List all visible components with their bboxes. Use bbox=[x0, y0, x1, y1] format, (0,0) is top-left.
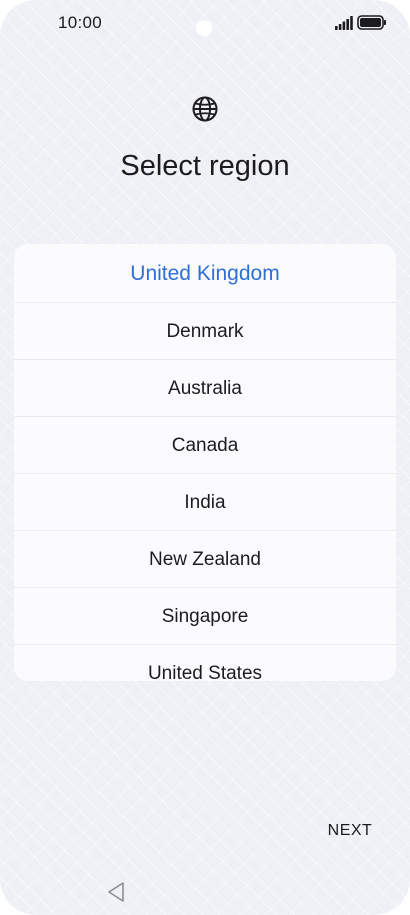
back-icon[interactable] bbox=[106, 881, 126, 903]
page-title: Select region bbox=[120, 150, 290, 182]
status-time: 10:00 bbox=[58, 13, 103, 32]
region-option[interactable]: Canada bbox=[14, 417, 396, 474]
region-option[interactable]: Singapore bbox=[14, 588, 396, 645]
region-picker[interactable]: United Kingdom Denmark Australia Canada … bbox=[14, 244, 396, 681]
region-option[interactable]: Australia bbox=[14, 360, 396, 417]
region-option-selected[interactable]: United Kingdom bbox=[14, 244, 396, 303]
globe-icon bbox=[192, 96, 218, 122]
region-option[interactable]: India bbox=[14, 474, 396, 531]
region-option[interactable]: Denmark bbox=[14, 303, 396, 360]
signal-icon bbox=[335, 16, 353, 30]
front-camera bbox=[196, 20, 212, 36]
screen: 10:00 Select region United Kingdom Denma… bbox=[0, 0, 410, 915]
region-option[interactable]: United States bbox=[14, 645, 396, 681]
region-option[interactable]: New Zealand bbox=[14, 531, 396, 588]
status-bar: 10:00 bbox=[0, 0, 410, 46]
battery-icon bbox=[357, 15, 386, 30]
next-button[interactable]: NEXT bbox=[320, 818, 380, 844]
